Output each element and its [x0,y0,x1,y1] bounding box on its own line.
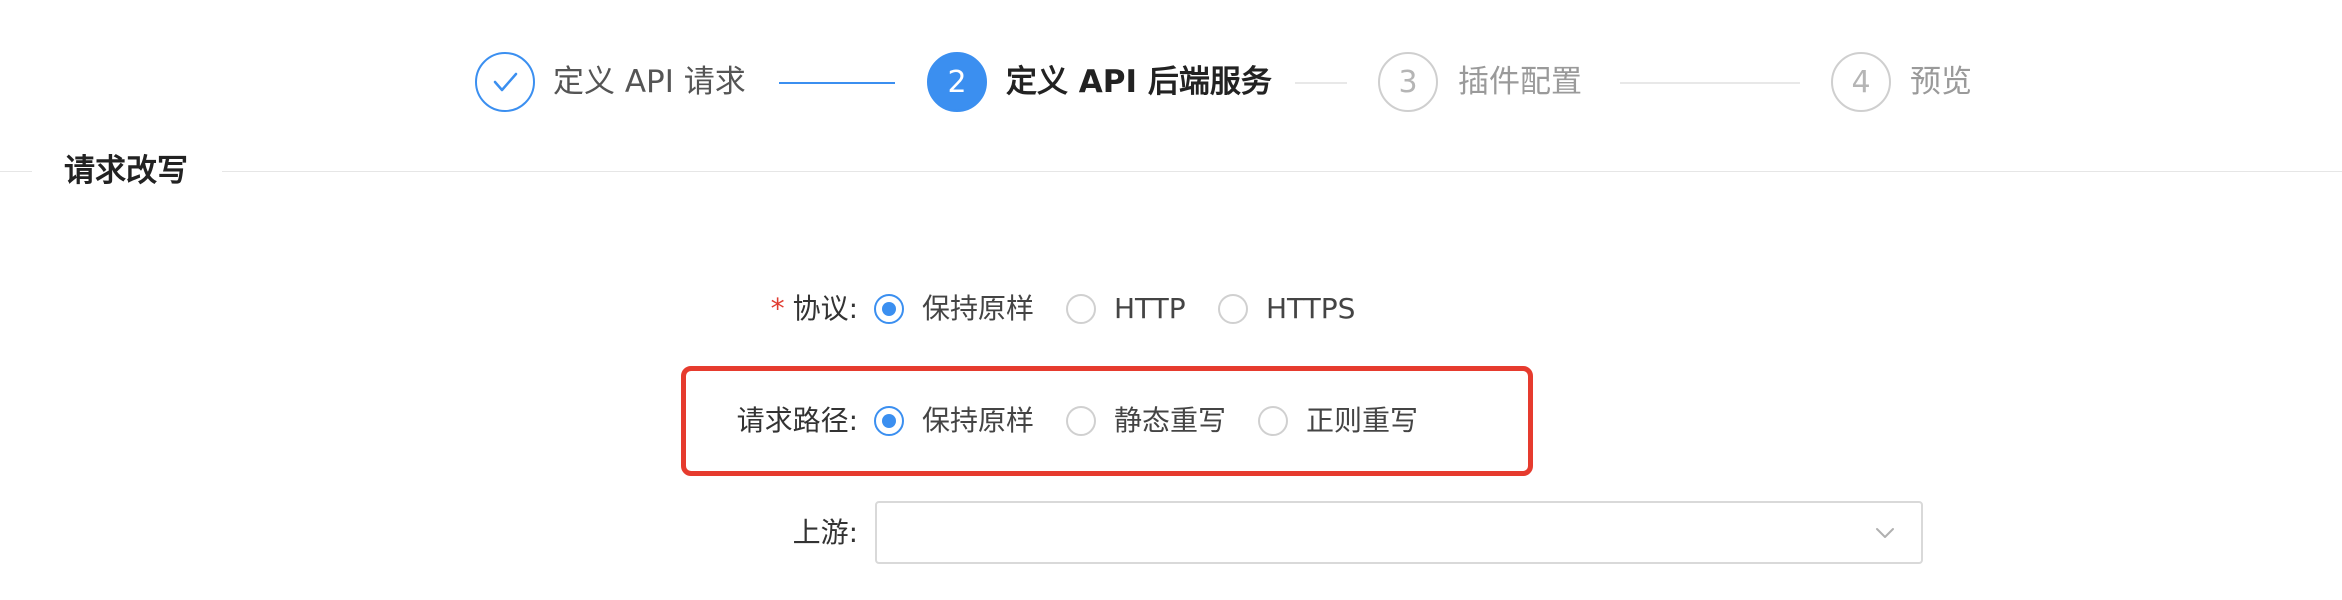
protocol-label: * 协议: [740,289,858,329]
request-path-radio-regex[interactable]: 正则重写 [1258,401,1418,441]
request-path-option-keep-label: 保持原样 [922,404,1035,437]
request-path-label: 请求路径: [736,404,858,437]
step-1-connector [779,82,895,84]
upstream-select[interactable] [875,501,1923,564]
steps-bar: 定义 API 请求 2 定义 API 后端服务 3 插件配置 4 预览 [0,0,2342,165]
protocol-radio-https[interactable]: HTTPS [1218,289,1355,329]
radio-unchecked-icon[interactable] [1066,294,1096,324]
step-3-number: 3 [1378,52,1438,112]
step-2-connector [1295,82,1347,84]
step-4-title: 预览 [1910,64,1972,100]
radio-checked-icon[interactable] [874,406,904,436]
protocol-radio-keep[interactable]: 保持原样 [874,289,1034,329]
protocol-option-keep-label: 保持原样 [922,292,1035,325]
required-mark: * [770,292,785,325]
step-1-check-icon [475,52,535,112]
section-title: 请求改写 [64,153,188,189]
step-3-connector [1620,82,1800,84]
request-path-option-static-label: 静态重写 [1114,404,1227,437]
protocol-radio-http[interactable]: HTTP [1066,289,1186,329]
step-4-number: 4 [1831,52,1891,112]
request-path-radio-static[interactable]: 静态重写 [1066,401,1226,441]
section-divider-right [222,171,2342,172]
protocol-option-http-label: HTTP [1114,292,1186,325]
radio-unchecked-icon[interactable] [1218,294,1248,324]
protocol-label-text: 协议: [792,292,858,325]
upstream-label: 上游: [792,516,858,549]
protocol-option-https-label: HTTPS [1266,292,1356,325]
step-1-title: 定义 API 请求 [553,64,746,100]
radio-unchecked-icon[interactable] [1066,406,1096,436]
step-2-number: 2 [927,52,987,112]
section-divider-left [0,171,32,172]
step-2-title: 定义 API 后端服务 [1006,64,1272,100]
radio-unchecked-icon[interactable] [1258,406,1288,436]
request-path-option-regex-label: 正则重写 [1306,404,1419,437]
chevron-down-icon[interactable] [1871,519,1899,547]
step-3-title: 插件配置 [1458,64,1582,100]
check-icon [493,72,518,92]
radio-checked-icon[interactable] [874,294,904,324]
request-path-radio-keep[interactable]: 保持原样 [874,401,1034,441]
